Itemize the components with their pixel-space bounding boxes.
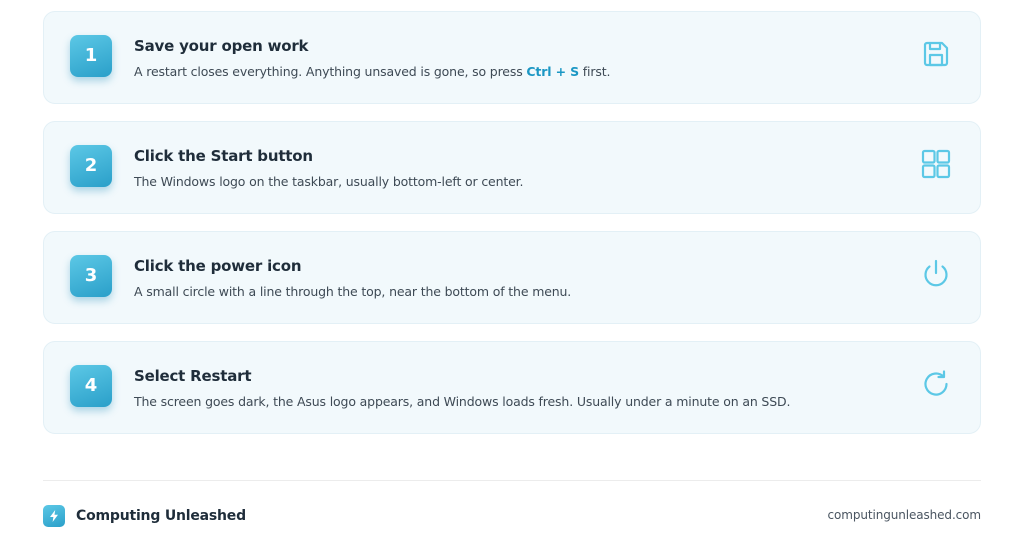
step-card-4: 4 Select Restart The screen goes dark, t… [43, 341, 981, 434]
keyboard-shortcut: Ctrl + S [526, 64, 579, 79]
step-title: Click the Start button [134, 147, 313, 165]
step-title: Save your open work [134, 37, 309, 55]
brand-name: Computing Unleashed [76, 508, 246, 524]
power-icon [920, 258, 952, 290]
step-title: Select Restart [134, 367, 252, 385]
footer-brand[interactable]: Computing Unleashed [43, 505, 246, 527]
step-card-3: 3 Click the power icon A small circle wi… [43, 231, 981, 324]
step-number-badge: 1 [70, 35, 112, 77]
step-number-badge: 3 [70, 255, 112, 297]
step-description: A restart closes everything. Anything un… [134, 64, 610, 79]
step-description: The Windows logo on the taskbar, usually… [134, 174, 524, 189]
step-title: Click the power icon [134, 257, 302, 275]
step-description-text-end: first. [578, 64, 611, 79]
restart-icon [920, 368, 952, 400]
lightning-bolt-icon [43, 505, 65, 527]
step-description: The screen goes dark, the Asus logo appe… [134, 394, 791, 409]
step-number-badge: 4 [70, 365, 112, 407]
step-card-2: 2 Click the Start button The Windows log… [43, 121, 981, 214]
step-number-badge: 2 [70, 145, 112, 187]
save-icon [920, 38, 952, 70]
page: 1 Save your open work A restart closes e… [0, 0, 1024, 539]
steps-list: 1 Save your open work A restart closes e… [43, 11, 981, 451]
step-description-text: A restart closes everything. Anything un… [134, 64, 527, 79]
windows-start-icon [920, 148, 952, 180]
footer-divider [43, 480, 981, 481]
step-card-1: 1 Save your open work A restart closes e… [43, 11, 981, 104]
site-url-link[interactable]: computingunleashed.com [828, 508, 982, 522]
step-description: A small circle with a line through the t… [134, 284, 572, 299]
